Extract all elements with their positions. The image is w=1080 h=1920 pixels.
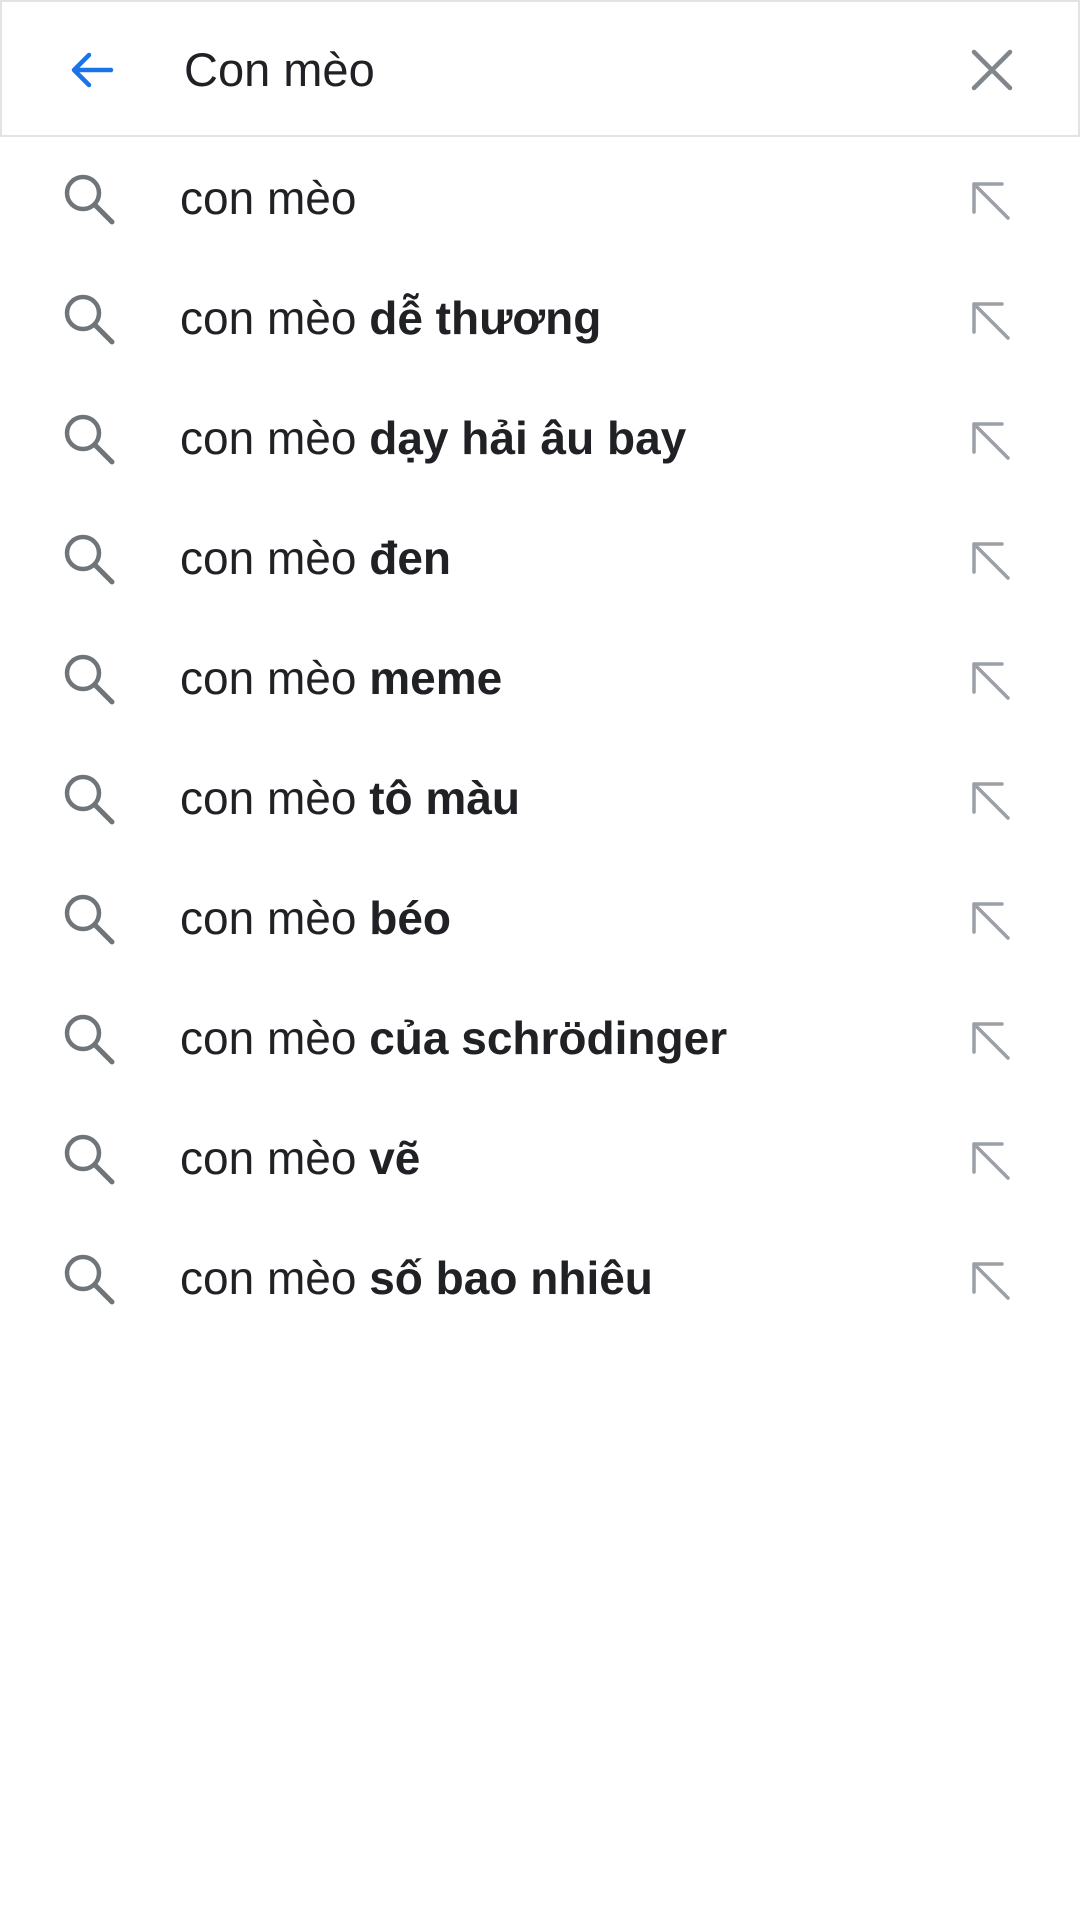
arrow-left-icon <box>71 52 114 88</box>
suggestion-label: con mèo vẽ <box>180 1098 420 1218</box>
arrow-up-left-icon <box>972 422 1010 460</box>
suggestion-prefix: con mèo <box>180 892 370 944</box>
arrow-up-left-icon <box>972 902 1010 940</box>
fill-query-button[interactable] <box>950 160 1030 240</box>
suggestion-item[interactable]: con mèo đen <box>0 498 1080 618</box>
fill-query-button[interactable] <box>950 760 1030 840</box>
suggestion-label: con mèo dạy hải âu bay <box>180 378 686 498</box>
arrow-up-left-icon <box>972 542 1010 580</box>
suggestion-item[interactable]: con mèo vẽ <box>0 1098 1080 1218</box>
suggestion-item[interactable]: con mèo của schrödinger <box>0 978 1080 1098</box>
arrow-up-left-icon <box>972 182 1010 220</box>
search-icon <box>64 1014 115 1065</box>
suggestion-prefix: con mèo <box>180 412 370 464</box>
fill-query-button[interactable] <box>950 880 1030 960</box>
fill-query-button[interactable] <box>950 1000 1030 1080</box>
suggestion-item[interactable]: con mèo <box>0 138 1080 258</box>
search-icon <box>64 294 115 345</box>
arrow-up-left-icon <box>972 782 1010 820</box>
suggestion-completion: vẽ <box>369 1132 421 1184</box>
back-button[interactable] <box>52 30 132 110</box>
suggestion-prefix: con mèo <box>180 652 370 704</box>
suggestion-label: con mèo tô màu <box>180 738 520 858</box>
suggestion-completion: của schrödinger <box>369 1012 728 1064</box>
suggestion-label: con mèo <box>180 138 356 258</box>
arrow-up-left-icon <box>972 662 1010 700</box>
arrow-up-left-icon <box>972 1022 1010 1060</box>
suggestion-item[interactable]: con mèo meme <box>0 618 1080 738</box>
fill-query-button[interactable] <box>950 1240 1030 1320</box>
suggestion-prefix: con mèo <box>180 772 370 824</box>
suggestion-list: con mèo con mèo dễ thương con mèo dạy hả… <box>0 138 1080 1338</box>
suggestion-prefix: con mèo <box>180 292 370 344</box>
fill-query-button[interactable] <box>950 280 1030 360</box>
search-icon <box>64 894 115 945</box>
fill-query-button[interactable] <box>950 400 1030 480</box>
suggestion-item[interactable]: con mèo béo <box>0 858 1080 978</box>
suggestion-completion: đen <box>369 532 451 584</box>
suggestion-item[interactable]: con mèo tô màu <box>0 738 1080 858</box>
close-icon <box>971 49 1013 91</box>
suggestion-prefix: con mèo <box>180 1252 370 1304</box>
suggestion-label: con mèo dễ thương <box>180 258 601 378</box>
fill-query-button[interactable] <box>950 640 1030 720</box>
suggestion-item[interactable]: con mèo số bao nhiêu <box>0 1218 1080 1338</box>
arrow-up-left-icon <box>972 1142 1010 1180</box>
fill-query-button[interactable] <box>950 1120 1030 1200</box>
search-icon <box>64 774 115 825</box>
search-input[interactable] <box>184 36 884 102</box>
search-header <box>0 0 1080 137</box>
search-icon <box>64 414 115 465</box>
search-icon <box>64 534 115 585</box>
clear-button[interactable] <box>952 30 1032 110</box>
suggestion-label: con mèo meme <box>180 618 502 738</box>
suggestion-completion: meme <box>369 652 503 704</box>
suggestion-label: con mèo của schrödinger <box>180 978 727 1098</box>
suggestion-label: con mèo đen <box>180 498 451 618</box>
suggestion-item[interactable]: con mèo dễ thương <box>0 258 1080 378</box>
suggestion-completion: tô màu <box>369 772 520 824</box>
suggestion-completion: dạy hải âu bay <box>369 412 687 464</box>
suggestion-label: con mèo số bao nhiêu <box>180 1218 653 1338</box>
suggestion-completion: số bao nhiêu <box>369 1252 653 1304</box>
suggestion-completion: béo <box>369 892 451 944</box>
suggestion-prefix: con mèo <box>180 532 370 584</box>
suggestion-completion: dễ thương <box>369 292 602 344</box>
search-icon <box>64 1254 115 1305</box>
suggestion-label: con mèo béo <box>180 858 451 978</box>
search-icon <box>64 174 115 225</box>
suggestion-prefix: con mèo <box>180 1132 370 1184</box>
suggestion-prefix: con mèo <box>180 172 357 224</box>
search-icon <box>64 1134 115 1185</box>
fill-query-button[interactable] <box>950 520 1030 600</box>
suggestion-prefix: con mèo <box>180 1012 370 1064</box>
arrow-up-left-icon <box>972 302 1010 340</box>
suggestion-item[interactable]: con mèo dạy hải âu bay <box>0 378 1080 498</box>
arrow-up-left-icon <box>972 1262 1010 1300</box>
search-icon <box>64 654 115 705</box>
